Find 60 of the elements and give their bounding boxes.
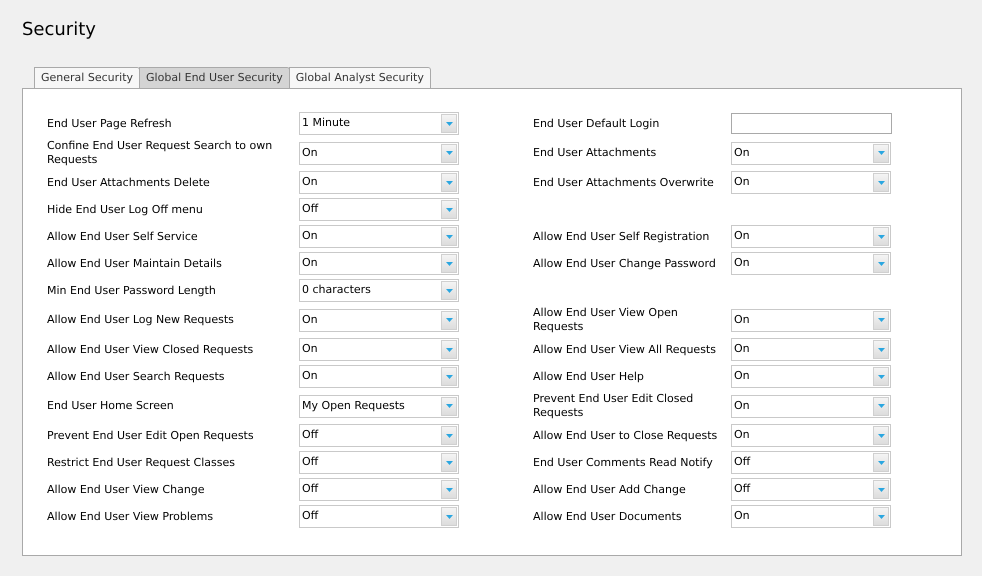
dropdown[interactable]: On	[731, 424, 891, 447]
dropdown[interactable]: Off	[299, 424, 459, 447]
setting-label: Allow End User View Closed Requests	[47, 342, 254, 356]
dropdown[interactable]: On	[299, 308, 459, 332]
dropdown[interactable]: Off	[299, 478, 459, 501]
setting-label: Allow End User View Open Requests	[533, 306, 679, 334]
dropdown[interactable]: On	[299, 252, 459, 275]
setting-label: Allow End User Add Change	[533, 482, 687, 496]
dropdown[interactable]: 0 characters	[299, 279, 459, 302]
dropdown[interactable]: Off	[731, 451, 891, 474]
dropdown[interactable]: On	[299, 171, 459, 194]
dropdown[interactable]: On	[731, 394, 891, 418]
setting-label: End User Comments Read Notify	[533, 456, 714, 470]
setting-label: Allow End User Self Service	[47, 230, 199, 244]
setting-label: Allow End User Documents	[533, 510, 683, 524]
setting-label: End User Default Login	[533, 116, 660, 130]
setting-label: Confine End User Request Search to own Requests	[47, 139, 274, 167]
dropdown[interactable]: 1 Minute	[299, 112, 459, 135]
dropdown[interactable]: On	[731, 171, 891, 194]
setting-label: End User Home Screen	[47, 399, 175, 413]
setting-label: End User Attachments Overwrite	[533, 176, 715, 190]
dropdown[interactable]: On	[731, 308, 891, 332]
setting-label: Allow End User View All Requests	[533, 342, 717, 356]
setting-label: Prevent End User Edit Closed Requests	[533, 392, 694, 420]
tab[interactable]: Global Analyst Security	[288, 67, 431, 88]
tab[interactable]: Global End User Security	[139, 67, 290, 88]
dropdown[interactable]: Off	[299, 198, 459, 221]
setting-label: Allow End User Self Registration	[533, 230, 710, 244]
dropdown[interactable]: On	[731, 505, 891, 528]
setting-label: Prevent End User Edit Open Requests	[47, 428, 255, 442]
dropdown[interactable]: On	[299, 225, 459, 248]
setting-label: Allow End User Help	[533, 370, 645, 384]
dropdown[interactable]: On	[299, 142, 459, 164]
dropdown[interactable]: On	[731, 338, 891, 361]
setting-label: Allow End User Search Requests	[47, 370, 226, 384]
tab[interactable]: General Security	[34, 67, 140, 88]
setting-label: End User Page Refresh	[47, 116, 173, 130]
dropdown[interactable]: On	[731, 142, 891, 164]
dropdown[interactable]: My Open Requests	[299, 394, 459, 418]
setting-label: Hide End User Log Off menu	[47, 202, 204, 216]
setting-label: Restrict End User Request Classes	[47, 456, 236, 470]
setting-label: Min End User Password Length	[47, 284, 217, 298]
input-field[interactable]	[731, 113, 892, 134]
dropdown[interactable]: On	[731, 225, 891, 248]
setting-label: Allow End User Log New Requests	[47, 313, 235, 327]
dropdown[interactable]: Off	[299, 505, 459, 528]
dropdown[interactable]: On	[731, 252, 891, 275]
setting-label: Allow End User Maintain Details	[47, 256, 223, 270]
dropdown[interactable]: Off	[731, 478, 891, 501]
setting-label: Allow End User View Problems	[47, 510, 214, 524]
setting-label: Allow End User Change Password	[533, 256, 717, 270]
setting-label: End User Attachments Delete	[47, 176, 211, 190]
dropdown[interactable]: On	[299, 365, 459, 388]
dropdown[interactable]: On	[731, 365, 891, 388]
setting-label: End User Attachments	[533, 146, 658, 160]
setting-label: Allow End User to Close Requests	[533, 428, 718, 442]
dropdown[interactable]: On	[299, 338, 459, 361]
page-title: Security	[22, 18, 97, 42]
dropdown[interactable]: Off	[299, 451, 459, 474]
setting-label: Allow End User View Change	[47, 482, 206, 496]
